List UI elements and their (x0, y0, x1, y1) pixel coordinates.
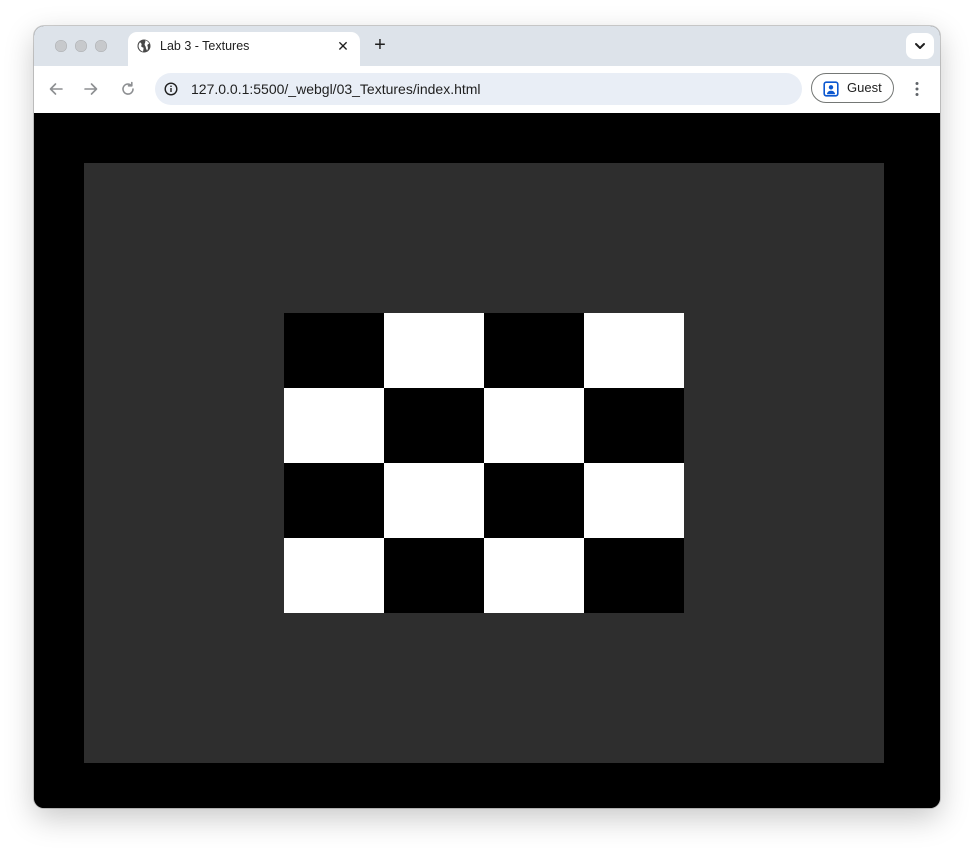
new-tab-button[interactable]: + (371, 35, 389, 55)
checker-cell (484, 313, 584, 388)
checker-cell (284, 463, 384, 538)
page-viewport (34, 113, 940, 808)
checker-cell (384, 538, 484, 613)
toolbar: 127.0.0.1:5500/_webgl/03_Textures/index.… (34, 66, 940, 113)
tab-strip: Lab 3 - Textures ✕ + (34, 26, 940, 66)
checker-cell (484, 538, 584, 613)
webgl-canvas[interactable] (84, 163, 884, 763)
checker-cell (584, 538, 684, 613)
close-window-button[interactable] (55, 40, 67, 52)
reload-icon[interactable] (119, 80, 137, 98)
checker-cell (584, 388, 684, 463)
profile-label: Guest (847, 80, 882, 95)
tab-active[interactable]: Lab 3 - Textures ✕ (128, 32, 360, 66)
profile-button[interactable]: Guest (811, 73, 894, 103)
checker-cell (384, 463, 484, 538)
checker-cell (584, 313, 684, 388)
globe-icon (137, 39, 151, 53)
checker-cell (384, 313, 484, 388)
checker-cell (484, 463, 584, 538)
zoom-window-button[interactable] (95, 40, 107, 52)
browser-window: Lab 3 - Textures ✕ + 127.0.0.1:5500/_web… (34, 26, 940, 808)
address-bar[interactable]: 127.0.0.1:5500/_webgl/03_Textures/index.… (155, 73, 802, 105)
tab-title: Lab 3 - Textures (160, 39, 250, 53)
checker-cell (284, 388, 384, 463)
chevron-down-icon (915, 43, 925, 49)
url-text[interactable]: 127.0.0.1:5500/_webgl/03_Textures/index.… (191, 81, 481, 97)
site-info-icon[interactable] (164, 82, 178, 96)
checker-cell (384, 388, 484, 463)
back-arrow-icon[interactable] (47, 80, 65, 98)
guest-profile-icon (823, 81, 839, 97)
checker-cell (584, 463, 684, 538)
checker-cell (284, 538, 384, 613)
checker-cell (484, 388, 584, 463)
more-menu-icon[interactable] (909, 80, 925, 98)
checkerboard-texture-quad (284, 313, 684, 613)
checker-cell (284, 313, 384, 388)
minimize-window-button[interactable] (75, 40, 87, 52)
tab-close-icon[interactable]: ✕ (335, 38, 351, 54)
forward-arrow-icon[interactable] (82, 80, 100, 98)
tab-search-button[interactable] (906, 33, 934, 59)
